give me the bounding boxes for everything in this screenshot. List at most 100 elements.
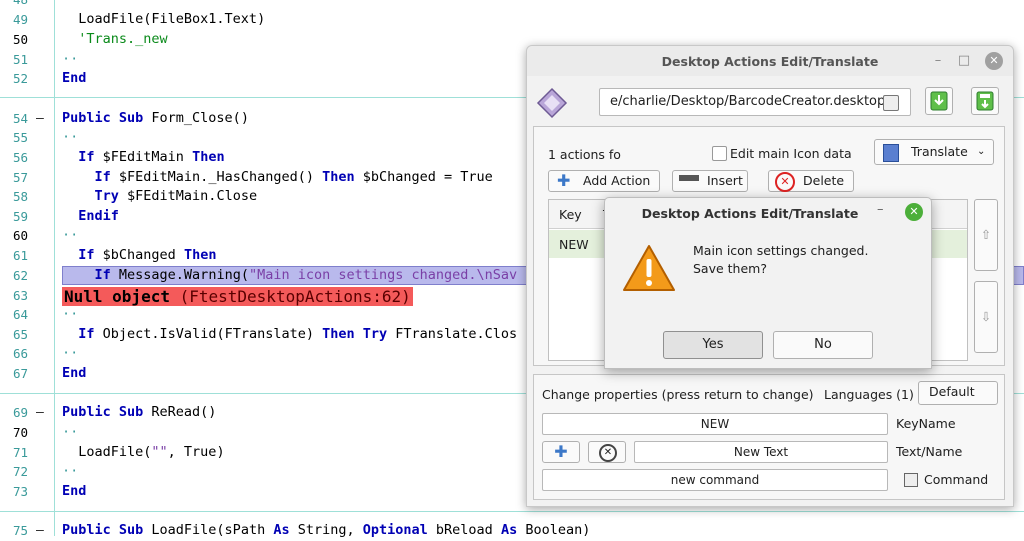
save-button[interactable] [971, 87, 999, 115]
plus-icon: ✚ [554, 442, 568, 461]
line-number: 60 [12, 228, 28, 243]
load-button[interactable] [925, 87, 953, 115]
code-line: End [62, 365, 87, 381]
code-line: Try $FEditMain.Close [94, 188, 258, 204]
code-line: If $FEditMain Then [78, 149, 225, 165]
yes-button[interactable]: Yes [663, 331, 763, 359]
code-line: LoadFile("", True) [62, 444, 225, 460]
code-line: Public Sub Form_Close() [62, 110, 249, 126]
text-name-label: Text/Name [896, 444, 963, 459]
code-line: 'Trans._new [62, 31, 168, 47]
desktop-file-path-text: e/charlie/Desktop/BarcodeCreator.desktop [610, 94, 886, 109]
code-line: ·· [62, 227, 79, 243]
procedure-separator [0, 511, 1024, 512]
add-text-button[interactable]: ✚ [542, 441, 580, 463]
plus-icon: ✚ [557, 171, 571, 190]
flag-icon [883, 144, 899, 162]
line-number: 70 [12, 425, 28, 440]
line-number: 69 [12, 405, 28, 420]
code-line: If Object.IsValid(FTranslate) Then Try F… [78, 326, 518, 342]
command-browse-icon[interactable] [904, 473, 918, 487]
insert-button[interactable]: Insert [672, 170, 748, 192]
code-line: Public Sub LoadFile(sPath As String, Opt… [62, 522, 591, 538]
add-action-label: Add Action [583, 173, 651, 188]
edit-main-icon-label: Edit main Icon data [730, 146, 852, 161]
command-field[interactable]: new command [542, 469, 888, 491]
add-action-button[interactable]: ✚ Add Action [548, 170, 660, 192]
no-button[interactable]: No [773, 331, 873, 359]
app-icon [536, 87, 568, 119]
clear-path-icon[interactable] [883, 95, 899, 111]
desktop-file-path[interactable]: e/charlie/Desktop/BarcodeCreator.desktop [599, 88, 911, 116]
code-line: Public Sub ReRead() [62, 404, 217, 420]
line-number: 54 [12, 111, 28, 126]
close-icon[interactable]: ✕ [985, 52, 1003, 70]
line-number: 50 [12, 32, 28, 47]
chevron-down-icon: ⌄ [977, 146, 986, 157]
keyname-value: NEW [700, 417, 730, 431]
insert-icon [679, 175, 699, 181]
edit-main-icon-checkbox[interactable] [712, 146, 727, 161]
fold-toggle-icon[interactable]: — [36, 109, 44, 129]
language-select[interactable]: Default [918, 381, 998, 405]
remove-icon: ✕ [599, 444, 617, 462]
fold-toggle-icon[interactable]: — [36, 521, 44, 541]
maximize-icon[interactable]: □ [955, 52, 973, 70]
arrow-up-icon: ⇧ [980, 227, 992, 242]
code-line: LoadFile(FileBox1.Text) [62, 11, 266, 27]
translate-dropdown[interactable]: Translate ⌄ [874, 139, 994, 165]
code-line: ·· [62, 306, 79, 322]
dialog-message-line2: Save them? [693, 261, 767, 276]
delete-button[interactable]: ✕ Delete [768, 170, 854, 192]
line-number: 51 [12, 52, 28, 67]
arrow-down-icon: ⇩ [980, 309, 992, 324]
dialog-title: Desktop Actions Edit/Translate [641, 206, 859, 221]
text-name-field[interactable]: New Text [634, 441, 888, 463]
line-number: 65 [12, 327, 28, 342]
code-line: If Message.Warning("Main icon settings c… [94, 267, 518, 283]
dialog-close-icon[interactable]: ✕ [905, 203, 923, 221]
translate-label: Translate [911, 144, 968, 159]
keyname-label: KeyName [896, 416, 956, 431]
line-number: 63 [12, 288, 28, 303]
download-icon [930, 91, 948, 111]
line-number: 72 [12, 464, 28, 479]
line-number: 67 [12, 366, 28, 381]
delete-icon: ✕ [775, 172, 795, 192]
yes-label: Yes [702, 337, 724, 352]
keyname-field[interactable]: NEW [542, 413, 888, 435]
languages-label: Languages (1) [824, 387, 914, 402]
insert-label: Insert [707, 173, 743, 188]
row-key: NEW [559, 237, 589, 252]
line-number: 58 [12, 189, 28, 204]
line-number: 64 [12, 307, 28, 322]
line-number: 66 [12, 346, 28, 361]
move-down-button[interactable]: ⇩ [974, 281, 998, 353]
line-number: 61 [12, 248, 28, 263]
line-number: 55 [12, 130, 28, 145]
move-up-button[interactable]: ⇧ [974, 199, 998, 271]
dialog-minimize-icon[interactable]: – [877, 202, 884, 217]
fold-toggle-icon[interactable]: — [36, 403, 44, 423]
line-number: 52 [12, 71, 28, 86]
line-number: 71 [12, 445, 28, 460]
delete-label: Delete [803, 173, 845, 188]
language-value: Default [929, 384, 975, 399]
line-number: 59 [12, 209, 28, 224]
save-icon [976, 91, 994, 111]
code-line: ·· [62, 345, 79, 361]
no-label: No [814, 337, 832, 352]
change-properties-label: Change properties (press return to chang… [542, 387, 814, 402]
window-titlebar[interactable]: Desktop Actions Edit/Translate – □ ✕ [527, 46, 1013, 76]
line-number: 56 [12, 150, 28, 165]
command-label: Command [924, 472, 989, 487]
code-line: ·· [62, 129, 79, 145]
code-line: End [62, 70, 87, 86]
code-line: ·· [62, 424, 79, 440]
minimize-icon[interactable]: – [929, 52, 947, 70]
column-header-key[interactable]: Key [559, 207, 582, 222]
code-line: End [62, 483, 87, 499]
code-line: ·· [62, 51, 79, 67]
remove-text-button[interactable]: ✕ [588, 441, 626, 463]
text-name-value: New Text [733, 445, 789, 459]
